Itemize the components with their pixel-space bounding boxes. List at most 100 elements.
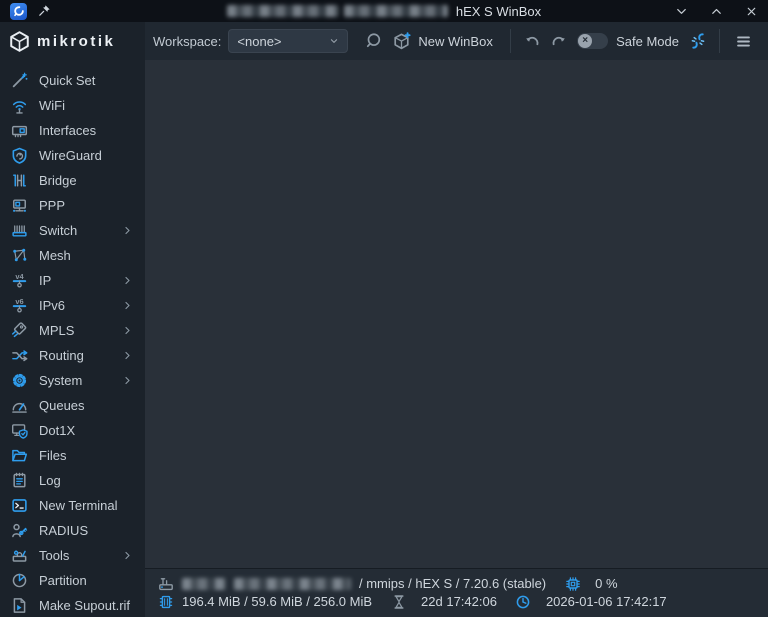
- sidebar-item-mpls[interactable]: MPLS: [0, 318, 145, 343]
- menu-button[interactable]: [730, 28, 756, 54]
- window-title: hEX S WinBox: [455, 3, 542, 19]
- sidebar-item-label: Quick Set: [39, 73, 96, 88]
- sidebar-item-label: Make Supout.rif: [39, 598, 131, 613]
- sidebar-item-label: IP: [39, 273, 52, 288]
- sidebar: mikrotik Quick Set WiFi Interfaces WireG…: [0, 22, 145, 617]
- sidebar-item-label: IPv6: [39, 298, 66, 313]
- main-content: [145, 60, 768, 568]
- sidebar-item-wifi[interactable]: WiFi: [0, 93, 145, 118]
- statusbar-resource-row: 196.4 MiB / 59.6 MiB / 256.0 MiB 22d 17:…: [157, 593, 754, 610]
- ipv6-icon: v6: [11, 297, 28, 314]
- supout-doc-icon: [11, 597, 28, 614]
- chevron-right-icon: [122, 275, 133, 286]
- sidebar-item-mesh[interactable]: Mesh: [0, 243, 145, 268]
- safe-mode-toggle[interactable]: ×: [577, 33, 609, 49]
- new-winbox-button[interactable]: New WinBox: [392, 31, 493, 51]
- toolbar-separator: [510, 29, 512, 53]
- dot1x-shield-icon: [11, 422, 28, 439]
- sidebar-item-new-terminal[interactable]: New Terminal: [0, 493, 145, 518]
- sidebar-item-label: Dot1X: [39, 423, 76, 438]
- sidebar-item-ip[interactable]: v4 IP: [0, 268, 145, 293]
- mikrotik-brand: mikrotik: [0, 22, 145, 60]
- terminal-icon: [11, 497, 28, 514]
- sidebar-item-label: New Terminal: [39, 498, 118, 513]
- sidebar-item-label: Interfaces: [39, 123, 97, 138]
- log-notepad-icon: [11, 472, 28, 489]
- sidebar-item-radius[interactable]: RADIUS: [0, 518, 145, 543]
- gauge-icon: [11, 397, 28, 414]
- router-device-icon: [157, 575, 174, 592]
- sidebar-item-ipv6[interactable]: v6 IPv6: [0, 293, 145, 318]
- sidebar-item-label: RADIUS: [39, 523, 89, 538]
- maximize-button[interactable]: [709, 4, 723, 18]
- disconnect-icon[interactable]: [685, 28, 711, 54]
- sidebar-menu: Quick Set WiFi Interfaces WireGuard Brid…: [0, 60, 145, 617]
- ppp-monitor-icon: [11, 197, 28, 214]
- redo-button[interactable]: [545, 28, 571, 54]
- chevron-right-icon: [122, 325, 133, 336]
- sidebar-item-wireguard[interactable]: WireGuard: [0, 143, 145, 168]
- winbox-window: hEX S WinBox mikrotik Quick Set WiFi Int…: [0, 0, 768, 617]
- sidebar-item-log[interactable]: Log: [0, 468, 145, 493]
- memory-icon: [157, 593, 174, 610]
- sidebar-item-label: MPLS: [39, 323, 75, 338]
- chevron-right-icon: [122, 375, 133, 386]
- safe-mode-label: Safe Mode: [616, 33, 679, 49]
- wand-icon: [11, 72, 28, 89]
- sidebar-item-make-supout[interactable]: Make Supout.rif: [0, 593, 145, 617]
- sidebar-item-interfaces[interactable]: Interfaces: [0, 118, 145, 143]
- sidebar-item-files[interactable]: Files: [0, 443, 145, 468]
- sidebar-item-routing[interactable]: Routing: [0, 343, 145, 368]
- pie-chart-icon: [11, 572, 28, 589]
- svg-text:v4: v4: [15, 272, 24, 281]
- sidebar-item-ppp[interactable]: PPP: [0, 193, 145, 218]
- undo-button[interactable]: [519, 28, 545, 54]
- redacted-connection-text: [343, 5, 448, 17]
- redacted-connection-text: [226, 5, 339, 17]
- sidebar-item-system[interactable]: System: [0, 368, 145, 393]
- device-info-text: / mmips / hEX S / 7.20.6 (stable): [359, 576, 547, 591]
- close-button[interactable]: [744, 4, 758, 18]
- sidebar-item-label: Tools: [39, 548, 70, 563]
- redacted-identity-text: [234, 577, 351, 590]
- titlebar: hEX S WinBox: [0, 0, 768, 22]
- statusbar-device-row: / mmips / hEX S / 7.20.6 (stable) 0 %: [157, 575, 754, 592]
- sidebar-item-label: Bridge: [39, 173, 77, 188]
- sidebar-item-dot1x[interactable]: Dot1X: [0, 418, 145, 443]
- sidebar-item-label: Files: [39, 448, 67, 463]
- sidebar-item-bridge[interactable]: Bridge: [0, 168, 145, 193]
- minimize-button[interactable]: [674, 4, 688, 18]
- chevron-right-icon: [122, 300, 133, 311]
- sidebar-item-switch[interactable]: Switch: [0, 218, 145, 243]
- new-winbox-icon: [392, 31, 411, 51]
- workspace-selected-value: <none>: [237, 33, 282, 49]
- hourglass-icon: [390, 593, 407, 610]
- wifi-icon: [11, 97, 28, 114]
- routing-arrows-icon: [11, 347, 28, 364]
- interface-card-icon: [11, 122, 28, 139]
- folder-icon: [11, 447, 28, 464]
- winbox-app-icon: [10, 2, 27, 20]
- workspace-select[interactable]: <none>: [228, 29, 349, 53]
- pin-icon[interactable]: [37, 4, 51, 18]
- sidebar-item-label: Queues: [39, 398, 85, 413]
- toggle-knob-x-icon: ×: [578, 34, 593, 48]
- mikrotik-logo-icon: [9, 30, 30, 52]
- find-button[interactable]: [360, 28, 386, 54]
- cpu-load-value: 0 %: [595, 576, 618, 591]
- sidebar-item-tools[interactable]: Tools: [0, 543, 145, 568]
- mesh-nodes-icon: [11, 247, 28, 264]
- uptime-value: 22d 17:42:06: [421, 594, 497, 609]
- datetime-value: 2026-01-06 17:42:17: [545, 594, 667, 609]
- sidebar-item-partition[interactable]: Partition: [0, 568, 145, 593]
- sidebar-item-queues[interactable]: Queues: [0, 393, 145, 418]
- mikrotik-wordmark: mikrotik: [37, 32, 116, 50]
- sidebar-item-label: Routing: [39, 348, 84, 363]
- cpu-icon: [564, 575, 581, 592]
- sidebar-item-label: WireGuard: [39, 148, 102, 163]
- sidebar-item-label: Partition: [39, 573, 87, 588]
- gear-icon: [11, 372, 28, 389]
- svg-text:v6: v6: [15, 297, 23, 306]
- sidebar-item-quick-set[interactable]: Quick Set: [0, 68, 145, 93]
- toolbar: Workspace: <none> New WinBox × Safe Mode: [145, 22, 768, 60]
